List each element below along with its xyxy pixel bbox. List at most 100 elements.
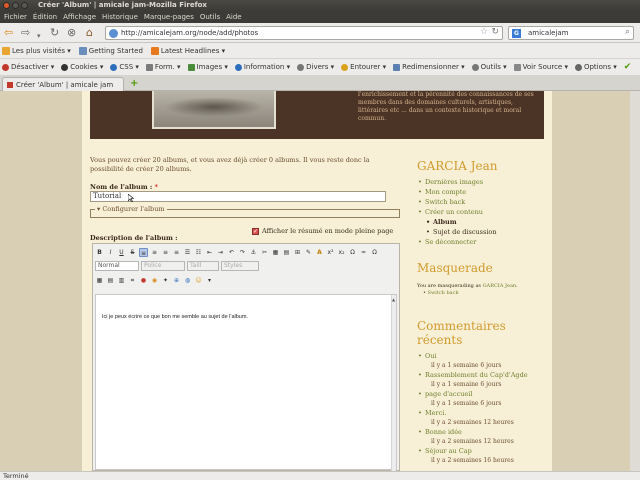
table-button[interactable]: ⊞ xyxy=(293,248,302,257)
devbar-outline[interactable]: Entourer ▾ xyxy=(341,63,386,71)
align-left-button[interactable]: ≡ xyxy=(139,247,148,257)
superscript-button[interactable]: x² xyxy=(326,248,335,257)
table-icon[interactable]: ▦ xyxy=(95,276,104,285)
record-icon[interactable]: ● xyxy=(139,276,148,285)
search-bar[interactable]: G amicalejam ⌕ xyxy=(508,26,634,40)
bookmark-star-icon[interactable]: ☆ xyxy=(480,27,488,37)
devbar-forms[interactable]: Form. ▾ xyxy=(145,63,181,71)
devbar-tools[interactable]: Outils ▾ xyxy=(471,63,507,71)
underline-button[interactable]: U xyxy=(117,248,126,257)
comment-link[interactable]: Oui xyxy=(417,351,547,361)
album-config-fieldset[interactable]: ▾ Configurer l'album xyxy=(90,205,400,218)
indent-button[interactable]: ⇥ xyxy=(216,248,225,257)
devbar-images[interactable]: Images ▾ xyxy=(187,63,228,71)
redo-button[interactable]: ↷ xyxy=(238,248,247,257)
italic-button[interactable]: I xyxy=(106,248,115,257)
comment-link[interactable]: Séjour au Cap xyxy=(417,446,547,456)
menu-bookmarks[interactable]: Marque-pages xyxy=(144,13,194,21)
bullet-list-button[interactable]: ☰ xyxy=(183,248,192,257)
target-icon[interactable]: ◉ xyxy=(150,276,159,285)
back-arrow-icon[interactable]: ⇦ xyxy=(4,26,13,40)
cut-button[interactable]: ✂ xyxy=(260,248,269,257)
history-dropdown-icon[interactable]: ▾ xyxy=(37,29,41,43)
anchor-button[interactable]: ⚓ xyxy=(249,248,258,257)
menu-tools[interactable]: Outils xyxy=(200,13,220,21)
media-button[interactable]: ▤ xyxy=(282,248,291,257)
summary-checkbox[interactable]: ✓ xyxy=(252,227,259,235)
search-input[interactable]: amicalejam xyxy=(528,29,569,37)
grid-icon[interactable]: ⌗ xyxy=(128,276,137,285)
menu-history[interactable]: Historique xyxy=(102,13,138,21)
site-identity-icon[interactable] xyxy=(109,29,118,38)
special-char-button[interactable]: Ω xyxy=(348,248,357,257)
search-engine-icon[interactable]: G xyxy=(512,29,521,38)
link-album[interactable]: Album xyxy=(417,217,547,227)
row-icon[interactable]: ▤ xyxy=(106,276,115,285)
devbar-options[interactable]: Options ▾ xyxy=(574,63,617,71)
editor-content-area[interactable]: Ici je peux écrire ce que bon me semble … xyxy=(95,294,397,471)
page-scrollbar[interactable] xyxy=(630,91,640,471)
link-switch-back[interactable]: Switch back xyxy=(417,197,547,207)
add-icon[interactable]: ⊕ xyxy=(172,276,181,285)
album-config-toggle[interactable]: ▾ Configurer l'album xyxy=(95,205,167,213)
devbar-view-source[interactable]: Voir Source ▾ xyxy=(513,63,568,71)
close-window-button[interactable] xyxy=(3,2,10,9)
forward-arrow-icon[interactable]: ⇨ xyxy=(21,26,30,40)
minimize-window-button[interactable] xyxy=(12,2,19,9)
font-select[interactable]: Police xyxy=(141,261,185,271)
menu-help[interactable]: Aide xyxy=(226,13,241,21)
stop-icon[interactable]: ⊗ xyxy=(67,26,76,40)
scroll-up-icon[interactable]: ▲ xyxy=(392,297,396,303)
devbar-cookies[interactable]: Cookies ▾ xyxy=(61,63,103,71)
check-icon[interactable]: ✔ xyxy=(624,62,632,72)
styles-select[interactable]: Styles xyxy=(221,261,259,271)
bookmark-getting-started[interactable]: Getting Started xyxy=(78,46,143,55)
summary-full-page-option[interactable]: ✓ Afficher le résumé en mode pleine page xyxy=(252,227,393,235)
numbered-list-button[interactable]: ☷ xyxy=(194,248,203,257)
menu-view[interactable]: Affichage xyxy=(63,13,96,21)
new-tab-icon[interactable]: + xyxy=(130,78,138,89)
link-my-account[interactable]: Mon compte xyxy=(417,187,547,197)
link-create-content[interactable]: Créer un contenu xyxy=(417,207,547,217)
editor-scrollbar[interactable]: ▲ xyxy=(391,295,396,471)
devbar-disable[interactable]: Désactiver ▾ xyxy=(2,63,54,71)
format-select[interactable]: Normal xyxy=(95,261,139,271)
reload-icon[interactable]: ↻ xyxy=(50,26,59,40)
devbar-misc[interactable]: Divers ▾ xyxy=(297,63,334,71)
link-discussion-topic[interactable]: Sujet de discussion xyxy=(417,227,547,237)
search-icon[interactable]: ⌕ xyxy=(625,27,630,37)
undo-button[interactable]: ↶ xyxy=(227,248,236,257)
image-button[interactable]: ▦ xyxy=(271,248,280,257)
home-icon[interactable]: ⌂ xyxy=(86,26,93,40)
masquerade-user-link[interactable]: GARCIA Jean xyxy=(483,283,517,289)
menu-edit[interactable]: Édition xyxy=(33,13,57,21)
bold-button[interactable]: B xyxy=(95,248,104,257)
sparkle-icon[interactable]: ✦ xyxy=(161,276,170,285)
url-bar[interactable]: http://amicalejam.org/node/add/photos ☆ … xyxy=(105,26,503,40)
editor-text[interactable]: Ici je peux écrire ce que bon me semble … xyxy=(102,314,248,320)
masquerade-switch-back-link[interactable]: Switch back xyxy=(428,290,459,296)
edit-css-button[interactable]: ✎ xyxy=(304,248,313,257)
devbar-resize[interactable]: Redimensionner ▾ xyxy=(393,63,465,71)
comment-link[interactable]: Merci. xyxy=(417,408,547,418)
devbar-css[interactable]: CSS ▾ xyxy=(110,63,139,71)
album-name-input[interactable]: Tutorial xyxy=(90,191,386,202)
smiley-icon[interactable]: ☺ xyxy=(194,276,203,285)
dropdown-icon[interactable]: ▾ xyxy=(205,276,214,285)
justify-button[interactable]: ≡ xyxy=(172,248,181,257)
text-color-button[interactable]: A xyxy=(315,248,324,257)
outdent-button[interactable]: ⇤ xyxy=(205,248,214,257)
link-latest-images[interactable]: Dernières images xyxy=(417,177,547,187)
strike-button[interactable]: S xyxy=(128,248,137,257)
link-logout[interactable]: Se déconnecter xyxy=(417,237,547,247)
menu-file[interactable]: Fichier xyxy=(4,13,27,21)
omega-button[interactable]: Ω xyxy=(370,248,379,257)
go-icon[interactable]: ↻ xyxy=(491,27,499,37)
maximize-window-button[interactable] xyxy=(21,2,28,9)
tab-current[interactable]: Créer 'Album' | amicale jam xyxy=(2,77,124,91)
bookmark-latest-headlines[interactable]: Latest Headlines ▾ xyxy=(150,46,225,55)
globe-icon[interactable]: ◍ xyxy=(183,276,192,285)
align-right-button[interactable]: ≡ xyxy=(161,248,170,257)
size-select[interactable]: Taill xyxy=(187,261,219,271)
cleanup-button[interactable]: ≈ xyxy=(359,248,368,257)
